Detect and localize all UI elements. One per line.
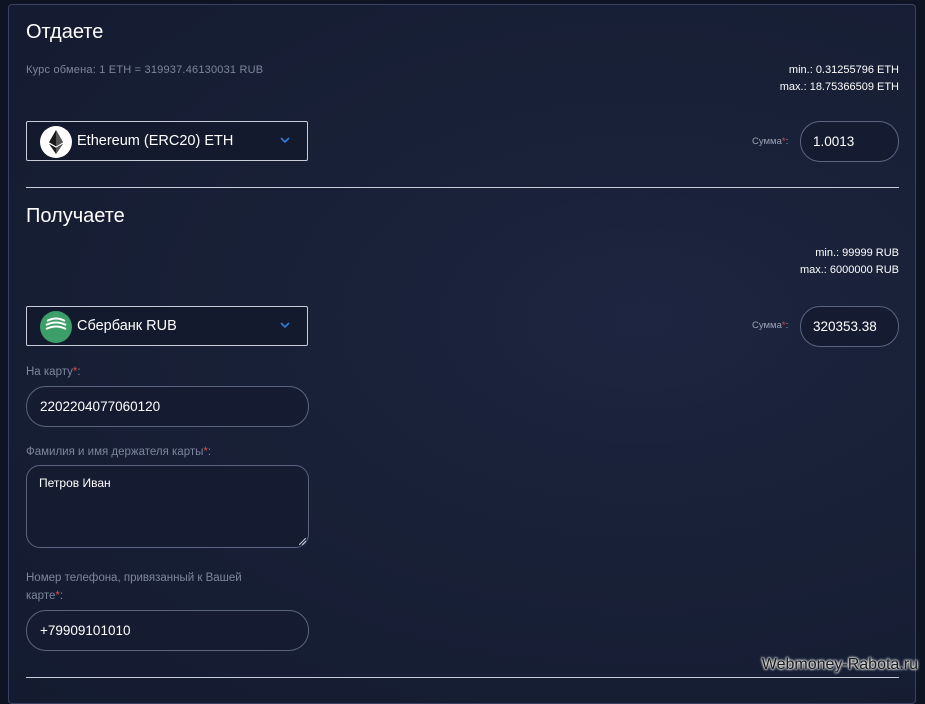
resize-handle-icon[interactable] xyxy=(299,538,306,545)
watermark: Webmoney-Rabota.ru xyxy=(761,656,918,673)
give-section-title: Отдаете xyxy=(26,21,104,43)
phone-input[interactable]: +79909101010 xyxy=(26,610,309,651)
card-number-input[interactable]: 2202204077060120 xyxy=(26,386,309,427)
card-number-label: На карту*: xyxy=(26,366,81,378)
receive-min: min.: 99999 RUB xyxy=(815,247,899,259)
give-min: min.: 0.31255796 ETH xyxy=(788,64,899,76)
phone-label: Номер телефона, привязанный к Вашей карт… xyxy=(26,572,242,602)
give-limits: min.: 0.31255796 ETH max.: 18.75366509 E… xyxy=(780,62,899,96)
card-holder-label: Фамилия и имя держателя карты*: xyxy=(26,446,212,458)
card-holder-textarea[interactable]: Петров Иван xyxy=(26,465,309,548)
receive-limits: min.: 99999 RUB max.: 6000000 RUB xyxy=(800,245,899,279)
receive-sum-input[interactable]: 320353.38 xyxy=(800,306,899,347)
give-currency-select[interactable]: Ethereum (ERC20) ETH xyxy=(26,121,308,161)
sberbank-icon xyxy=(40,311,72,343)
receive-currency-label: Сбербанк RUB xyxy=(77,318,177,334)
receive-max: max.: 6000000 RUB xyxy=(799,264,899,276)
chevron-down-icon xyxy=(280,322,290,329)
give-currency-label: Ethereum (ERC20) ETH xyxy=(77,133,234,149)
give-sum-label: Сумма*: xyxy=(752,136,789,147)
section-divider xyxy=(26,187,899,188)
ethereum-icon xyxy=(40,126,72,158)
bottom-divider xyxy=(26,677,899,678)
give-sum-input[interactable]: 1.0013 xyxy=(800,121,899,162)
exchange-rate: Курс обмена: 1 ETH = 319937.46130031 RUB xyxy=(26,64,264,76)
receive-sum-label: Сумма*: xyxy=(752,320,789,331)
chevron-down-icon xyxy=(280,137,290,144)
give-max: max.: 18.75366509 ETH xyxy=(779,81,899,93)
card-holder-value: Петров Иван xyxy=(39,476,111,490)
receive-section-title: Получаете xyxy=(26,205,125,227)
receive-currency-select[interactable]: Сбербанк RUB xyxy=(26,306,308,346)
